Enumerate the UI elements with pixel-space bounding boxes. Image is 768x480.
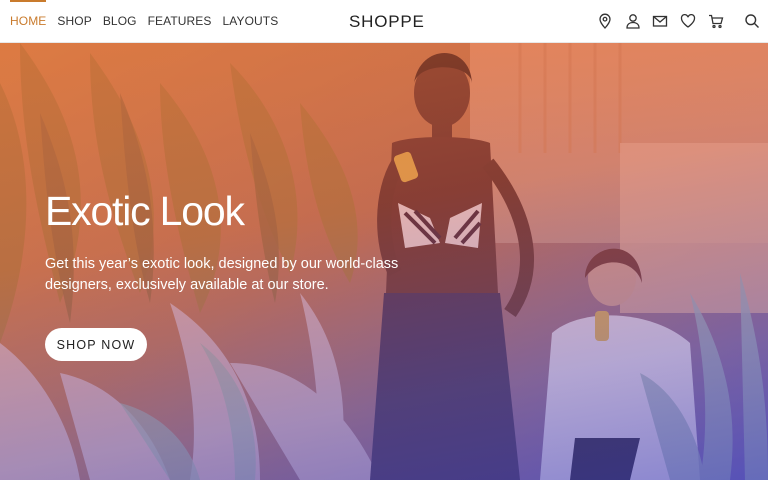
header-icons [0, 0, 768, 43]
shop-now-button[interactable]: SHOP NOW [45, 328, 147, 361]
hero-subtitle: Get this year’s exotic look, designed by… [45, 256, 399, 293]
user-icon[interactable] [625, 13, 641, 29]
mail-icon[interactable] [652, 13, 668, 29]
top-header: HOME SHOP BLOG FEATURES LAYOUTS SHOPPE [0, 0, 768, 43]
search-icon[interactable] [744, 13, 760, 29]
hero-title: Exotic Look [45, 188, 245, 234]
cart-icon[interactable] [708, 13, 724, 29]
hero-banner: Exotic Look Get this year’s exotic look,… [0, 43, 768, 480]
heart-icon[interactable] [680, 13, 696, 29]
location-icon[interactable] [597, 13, 613, 29]
